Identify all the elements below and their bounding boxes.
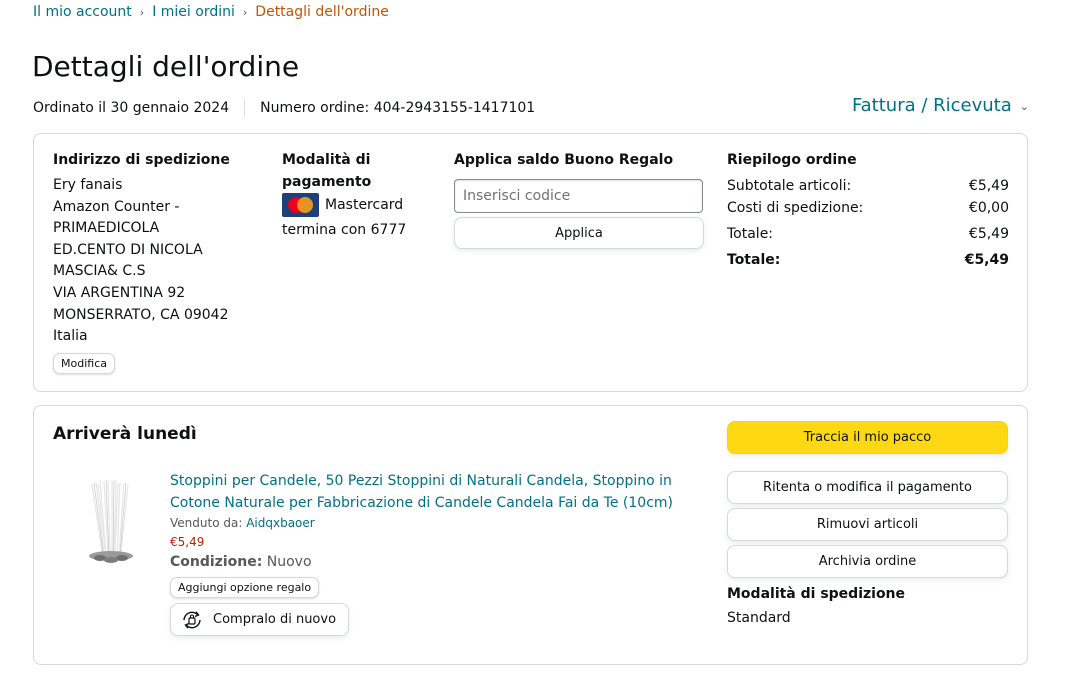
- chevron-down-icon: ⌄: [1019, 100, 1029, 113]
- address-line: VIA ARGENTINA 92: [53, 284, 186, 301]
- gift-card-heading: Applica saldo Buono Regalo: [454, 152, 674, 168]
- sold-by-label: Venduto da:: [170, 516, 243, 530]
- shipment-actions: Traccia il mio pacco Ritenta o modifica …: [727, 421, 1009, 626]
- summary-label: Subtotale articoli:: [727, 178, 852, 194]
- mastercard-icon: [282, 193, 319, 217]
- sold-by: Venduto da: Aidqxbaoer: [170, 516, 680, 530]
- address-line: PRIMAEDICOLA: [53, 220, 160, 237]
- order-number: Numero ordine: 404-2943155-1417101: [260, 100, 536, 116]
- order-summary: Riepilogo ordine Subtotale articoli: €5,…: [727, 149, 1009, 271]
- summary-heading: Riepilogo ordine: [727, 152, 857, 168]
- shipping-address-heading: Indirizzo di spedizione: [53, 152, 230, 168]
- gift-card-section: Applica saldo Buono Regalo Applica: [454, 149, 704, 249]
- product-condition: Condizione: Nuovo: [170, 554, 680, 570]
- invoice-dropdown[interactable]: Fattura / Ricevuta ⌄: [852, 95, 1029, 116]
- card-brand: Mastercard: [325, 197, 404, 213]
- summary-row-grand-total: Totale: €5,49: [727, 249, 1009, 271]
- apply-gift-button[interactable]: Applica: [454, 217, 704, 249]
- breadcrumb-separator-icon: ›: [242, 5, 248, 19]
- buy-again-label: Compralo di nuovo: [213, 612, 337, 627]
- order-summary-box: Indirizzo di spedizione Ery fanais Amazo…: [33, 133, 1028, 392]
- divider: [244, 99, 246, 117]
- shipping-method-value: Standard: [727, 610, 791, 626]
- summary-value: €0,00: [968, 200, 1009, 216]
- seller-link[interactable]: Aidqxbaoer: [246, 516, 315, 530]
- modify-address-button[interactable]: Modifica: [53, 352, 115, 374]
- retry-payment-button[interactable]: Ritenta o modifica il pagamento: [727, 471, 1008, 504]
- order-date: Ordinato il 30 gennaio 2024: [33, 100, 230, 116]
- payment-heading: Modalità di: [282, 152, 371, 168]
- product-title-link[interactable]: Stoppini per Candele, 50 Pezzi Stoppini …: [170, 470, 680, 514]
- breadcrumb-current: Dettagli dell'ordine: [255, 4, 389, 20]
- card-ending: termina con 6777: [282, 222, 407, 238]
- product-price: €5,49: [170, 535, 205, 549]
- order-meta: Ordinato il 30 gennaio 2024 Numero ordin…: [33, 99, 535, 117]
- condition-label: Condizione:: [170, 554, 263, 570]
- invoice-label: Fattura / Ricevuta: [851, 95, 1012, 116]
- summary-row-shipping: Costi di spedizione: €0,00: [727, 197, 1009, 219]
- payment-card: Mastercard: [282, 193, 432, 217]
- shipping-method-heading: Modalità di spedizione: [727, 586, 906, 602]
- breadcrumb-my-account[interactable]: Il mio account: [33, 4, 132, 20]
- condition-value: Nuovo: [266, 554, 312, 570]
- summary-value: €5,49: [968, 178, 1009, 194]
- summary-label: Costi di spedizione:: [727, 200, 864, 216]
- breadcrumb-separator-icon: ›: [139, 5, 145, 19]
- summary-value: €5,49: [964, 252, 1009, 268]
- buy-again-button[interactable]: Compralo di nuovo: [170, 603, 350, 636]
- gift-code-input[interactable]: [454, 179, 703, 213]
- summary-label: Totale:: [727, 226, 774, 242]
- shipping-address: Indirizzo di spedizione Ery fanais Amazo…: [53, 149, 253, 374]
- product-image[interactable]: [74, 474, 144, 566]
- address-line: MASCIA& C.S: [53, 263, 146, 280]
- breadcrumb: Il mio account › I miei ordini › Dettagl…: [33, 4, 389, 20]
- payment-method: Modalità di pagamento Mastercard termina…: [282, 149, 432, 242]
- summary-label: Totale:: [727, 252, 781, 268]
- arrival-heading: Arriverà lunedì: [53, 424, 197, 444]
- archive-order-button[interactable]: Archivia ordine: [727, 545, 1008, 578]
- payment-heading-2: pagamento: [282, 174, 372, 190]
- breadcrumb-my-orders[interactable]: I miei ordini: [152, 4, 235, 20]
- add-gift-option-button[interactable]: Aggiungi opzione regalo: [170, 577, 320, 598]
- address-line: ED.CENTO DI NICOLA: [53, 241, 203, 258]
- summary-row-total: Totale: €5,49: [727, 223, 1009, 245]
- address-line: Amazon Counter -: [53, 198, 180, 215]
- address-line: Ery fanais: [53, 177, 123, 193]
- address-line: MONSERRATO, CA 09042: [53, 306, 229, 323]
- track-package-button[interactable]: Traccia il mio pacco: [727, 421, 1008, 454]
- summary-row-subtotal: Subtotale articoli: €5,49: [727, 175, 1009, 197]
- page-title: Dettagli dell'ordine: [32, 50, 300, 83]
- buy-again-icon: [183, 611, 201, 628]
- product-info: Stoppini per Candele, 50 Pezzi Stoppini …: [170, 470, 680, 637]
- shipment-box: Arriverà lunedì Stoppini per Candele, 50…: [33, 405, 1028, 665]
- summary-value: €5,49: [968, 226, 1009, 242]
- remove-items-button[interactable]: Rimuovi articoli: [727, 508, 1008, 541]
- address-line: Italia: [53, 328, 88, 345]
